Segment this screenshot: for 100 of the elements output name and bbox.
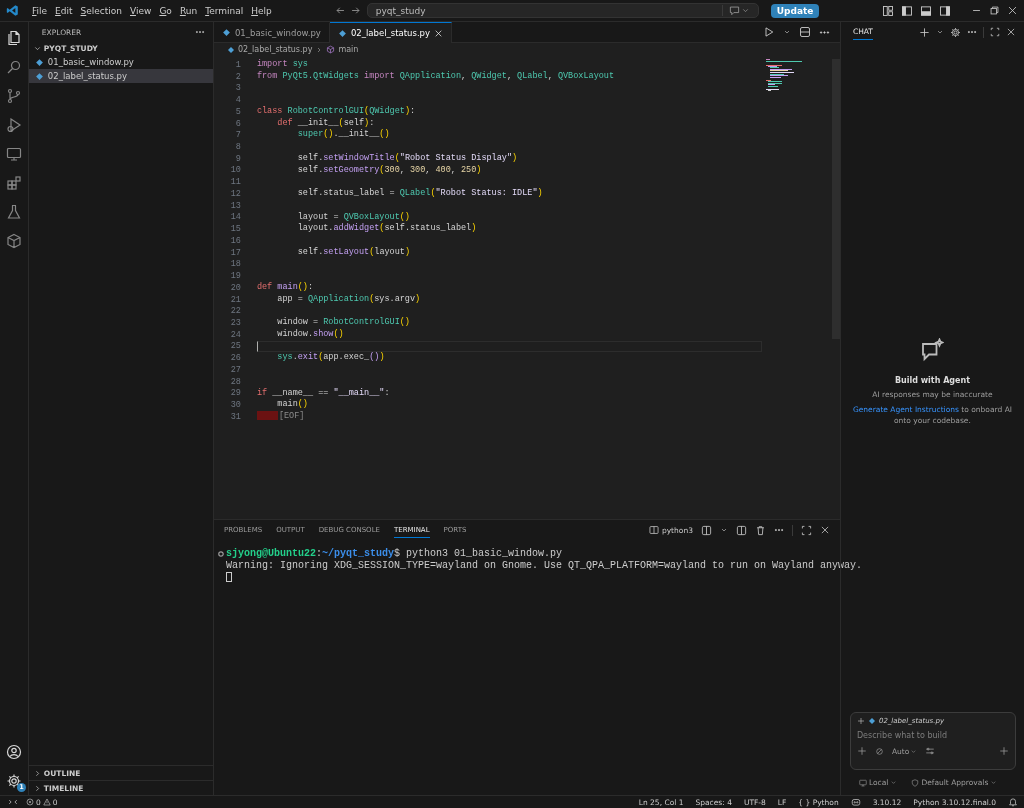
line-number: 11 [229, 177, 242, 188]
terminal-cursor [225, 572, 232, 582]
chevron-down-icon[interactable] [740, 6, 750, 15]
run-debug-icon[interactable] [5, 117, 22, 133]
menu-item[interactable]: Edit [52, 3, 76, 18]
menu-item[interactable]: Go [156, 3, 175, 18]
line-number: 10 [229, 165, 242, 176]
warning-icon [42, 798, 51, 806]
line-number: 8 [234, 142, 242, 152]
menu-item[interactable]: File [29, 3, 51, 18]
menu-item[interactable]: Help [248, 3, 275, 18]
menu-item[interactable]: View [127, 3, 155, 18]
line-number: 16 [229, 235, 242, 246]
menu-item[interactable]: Run [176, 3, 201, 18]
plus-icon[interactable] [919, 26, 930, 38]
robot-icon[interactable] [850, 797, 861, 807]
code-line: if __name__ == "__main__": [256, 387, 391, 399]
code-line: super().__init__() [296, 129, 391, 142]
split-editor-icon[interactable] [798, 26, 811, 38]
editor-tab[interactable]: 02_label_status.py [329, 22, 453, 43]
toggle-secondary-sidebar-icon[interactable] [939, 4, 951, 17]
trash-icon[interactable] [754, 524, 766, 536]
command-center[interactable]: pyqt_study [366, 3, 759, 18]
menu-item[interactable]: Terminal [202, 3, 247, 18]
line-number: 3 [234, 83, 242, 94]
code-line: self.setGeometry(300, 300, 400, 250) [296, 164, 483, 177]
chevron-down-icon [990, 779, 998, 786]
app-logo-icon [6, 4, 19, 17]
editor-tab[interactable]: 01_basic_window.py [213, 22, 330, 42]
code-line: sys.exit(app.exec_()) [276, 352, 386, 365]
line-number: 7 [234, 130, 242, 141]
files-icon[interactable] [5, 30, 22, 46]
command-decoration-icon[interactable] [217, 550, 224, 557]
settings-icon[interactable] [950, 26, 961, 38]
line-number: 2 [234, 71, 242, 82]
maximize-icon[interactable] [990, 27, 1000, 37]
code-line: self.setWindowTitle("Robot Status Display") [296, 152, 519, 165]
code-line: def main(): [256, 281, 315, 294]
shield-icon [911, 778, 920, 787]
chat-sparkle-icon [920, 338, 945, 362]
explorer-tree-row[interactable]: 02_label_status.py [28, 69, 213, 83]
remote-icon[interactable] [8, 797, 18, 807]
monitor-icon[interactable] [5, 146, 22, 162]
chevron-down-icon[interactable] [936, 28, 944, 36]
explorer-tree-row[interactable]: 01_basic_window.py [28, 55, 213, 69]
run-icon[interactable] [762, 26, 775, 38]
line-number: 6 [234, 118, 242, 129]
toggle-panel-icon[interactable] [920, 4, 932, 17]
chevron-down-icon[interactable] [782, 28, 791, 36]
bell-icon[interactable] [1008, 797, 1018, 807]
restore-icon[interactable] [989, 5, 1000, 16]
chevron-down-icon[interactable] [719, 526, 728, 534]
line-number: 25 [229, 341, 242, 352]
line-number: 26 [229, 353, 242, 364]
sliders-icon[interactable] [925, 746, 936, 756]
monitor-icon [858, 778, 867, 787]
code-line: import sys [256, 59, 309, 71]
line-number: 15 [229, 224, 242, 235]
menu-item[interactable]: Selection [77, 3, 125, 18]
code-line: [EOF] [256, 411, 762, 423]
account-icon[interactable] [5, 744, 22, 760]
code-line: class RobotControlGUI(QWidget): [256, 105, 417, 118]
code-line: layout = QVBoxLayout() [296, 211, 411, 223]
extensions-icon[interactable] [5, 175, 22, 191]
split-terminal-icon[interactable] [700, 524, 712, 536]
close-icon[interactable] [1006, 27, 1016, 37]
back-arrow-icon[interactable] [334, 5, 346, 16]
close-icon[interactable] [1007, 5, 1018, 16]
settings-icon[interactable] [5, 773, 22, 789]
line-number: 21 [229, 294, 242, 305]
line-number: 14 [229, 212, 242, 223]
line-number: 30 [229, 400, 242, 411]
line-number: 28 [229, 376, 242, 387]
line-number: 19 [229, 271, 242, 282]
split-icon[interactable] [735, 524, 747, 536]
plus-icon[interactable] [856, 717, 865, 725]
close-icon[interactable] [819, 525, 830, 535]
breadcrumb-item[interactable]: 02_label_status.py [237, 45, 313, 54]
empty-state-heading: Build with Agent [894, 376, 970, 385]
python-file-icon [867, 717, 876, 725]
cube-icon[interactable] [5, 233, 22, 249]
terminal-line: Warning: Ignoring XDG_SESSION_TYPE=wayland on Gnome. Use QT_QPA_PLATFORM=wayland to run on Wayland anyway. [224, 559, 863, 571]
line-number: 5 [234, 106, 242, 117]
source-control-icon[interactable] [5, 88, 22, 104]
maximize-icon[interactable] [800, 524, 812, 536]
customize-layout-icon[interactable] [882, 4, 894, 17]
toggle-sidebar-icon[interactable] [901, 4, 913, 17]
update-button[interactable]: Update [770, 3, 820, 18]
line-number: 12 [229, 188, 242, 199]
line-number: 27 [229, 364, 242, 375]
code-line: window = RobotControlGUI() [276, 317, 411, 329]
line-number: 4 [234, 95, 242, 106]
search-icon[interactable] [5, 59, 22, 75]
method-icon [326, 45, 336, 54]
close-icon[interactable] [434, 28, 444, 38]
chat-icon[interactable] [728, 5, 740, 16]
terminal-line: sjyong@Ubuntu22:~/pyqt_study$ python3 01_basic_window.py [225, 548, 562, 560]
flask-icon[interactable] [5, 204, 22, 220]
breadcrumb-item[interactable]: main [338, 45, 359, 54]
forward-arrow-icon[interactable] [349, 5, 361, 16]
